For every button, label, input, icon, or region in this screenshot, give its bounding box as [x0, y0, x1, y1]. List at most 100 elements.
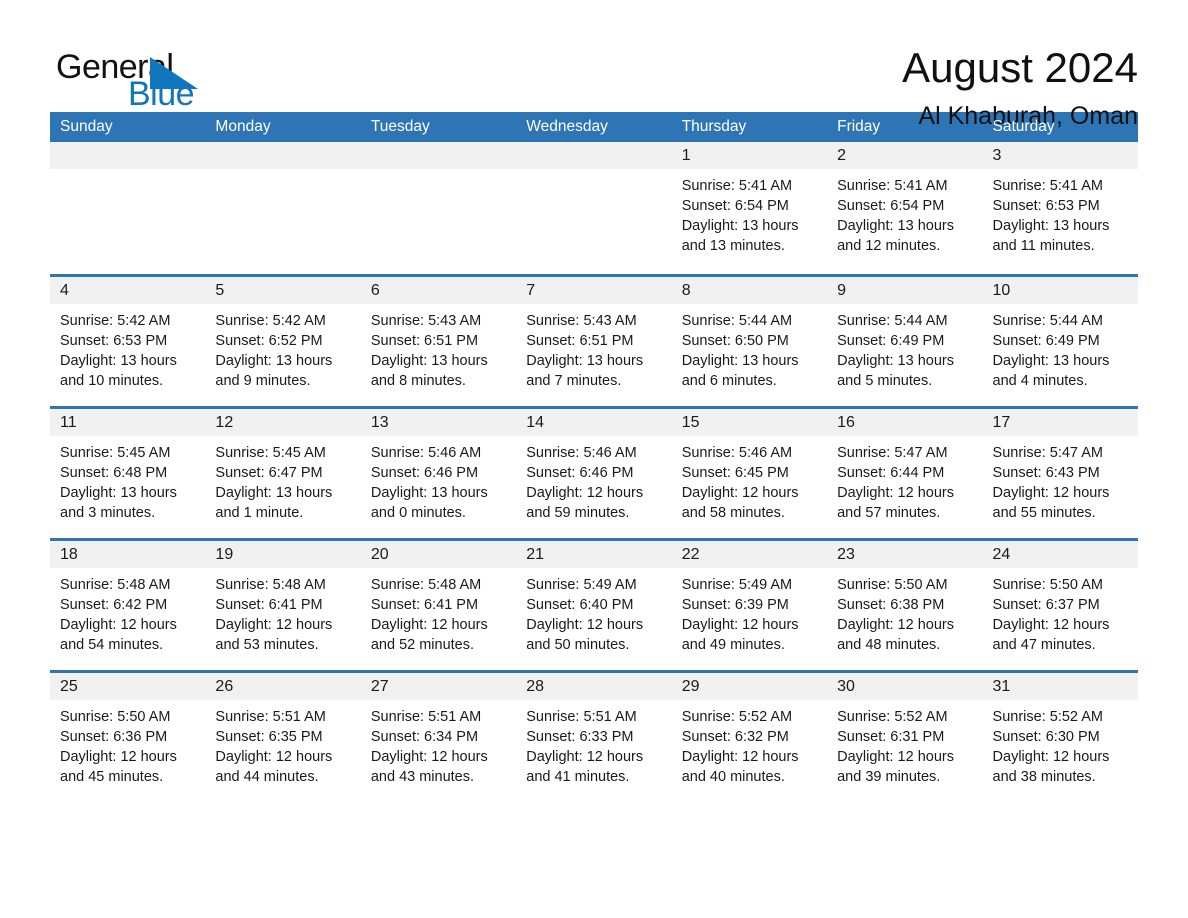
calendar-day-cell[interactable]: 13 Sunrise: 5:46 AM Sunset: 6:46 PM Dayligh…: [360, 409, 517, 538]
day-detail-line: Sunset: 6:38 PM: [837, 597, 945, 613]
calendar-day-cell[interactable]: 12 Sunrise: 5:45 AM Sunset: 6:47 PM Dayligh…: [205, 409, 361, 538]
day-number: 21: [526, 546, 545, 563]
day-detail-line: Sunrise: 5:44 AM: [992, 313, 1103, 329]
calendar-day-cell[interactable]: 5 Sunrise: 5:42 AM Sunset: 6:52 PM Daylight…: [205, 277, 361, 406]
calendar-day-cell[interactable]: 17 Sunrise: 5:47 AM Sunset: 6:43 PM Dayligh…: [982, 409, 1138, 538]
day-detail-line: and 50 minutes.: [526, 637, 630, 653]
day-number: 30: [837, 678, 855, 695]
calendar-day-cell[interactable]: 24 Sunrise: 5:50 AM Sunset: 6:37 PM Dayligh…: [982, 541, 1138, 670]
calendar-grid: Sunday Monday Tuesday Wednesday Thursday Frid…: [50, 112, 1138, 802]
day-detail-line: Sunset: 6:30 PM: [992, 729, 1100, 745]
calendar-day-cell[interactable]: 26 Sunrise: 5:51 AM Sunset: 6:35 PM Dayligh…: [205, 673, 361, 802]
calendar-day-cell[interactable]: 30 Sunrise: 5:52 AM Sunset: 6:31 PM Dayligh…: [827, 673, 983, 802]
day-details: Sunrise: 5:49 AM Sunset: 6:39 PM Daylight:…: [672, 568, 827, 655]
calendar-day-cell[interactable]: 31 Sunrise: 5:52 AM Sunset: 6:30 PM Dayligh…: [982, 673, 1138, 802]
day-detail-line: Sunrise: 5:44 AM: [681, 313, 793, 329]
calendar-day-cell[interactable]: 25 Sunrise: 5:50 AM Sunset: 6:36 PM Dayligh…: [50, 673, 206, 802]
day-number: 26: [215, 678, 234, 695]
calendar-day-cell[interactable]: 29 Sunrise: 5:52 AM Sunset: 6:32 PM Dayligh…: [671, 673, 828, 802]
day-detail-line: Sunrise: 5:50 AM: [60, 709, 171, 725]
day-detail-line: and 59 minutes.: [526, 505, 630, 521]
day-number-band: [50, 142, 206, 169]
day-detail-line: Daylight: 12 hours: [370, 617, 488, 633]
calendar-day-cell[interactable]: 2 Sunrise: 5:41 AM Sunset: 6:54 PM Daylight…: [827, 142, 983, 274]
day-detail-line: Daylight: 12 hours: [837, 485, 954, 501]
calendar-day-cell[interactable]: 15 Sunrise: 5:46 AM Sunset: 6:45 PM Dayligh…: [671, 409, 828, 538]
day-detail-line: Sunrise: 5:45 AM: [60, 445, 171, 461]
day-number-band: 19: [205, 541, 361, 568]
day-detail-line: Sunset: 6:47 PM: [215, 465, 323, 481]
day-detail-line: Daylight: 13 hours: [215, 353, 333, 369]
calendar-day-cell[interactable]: 18 Sunrise: 5:48 AM Sunset: 6:42 PM Dayligh…: [50, 541, 206, 670]
day-detail-line: Sunrise: 5:52 AM: [681, 709, 793, 725]
calendar-day-cell[interactable]: 21 Sunrise: 5:49 AM Sunset: 6:40 PM Dayligh…: [516, 541, 672, 670]
day-number: 6: [370, 282, 380, 299]
calendar-cell-empty: [50, 142, 206, 274]
day-detail-line: and 10 minutes.: [60, 373, 164, 389]
calendar-day-cell[interactable]: 20 Sunrise: 5:48 AM Sunset: 6:41 PM Dayligh…: [360, 541, 517, 670]
day-number: 20: [370, 546, 389, 563]
day-detail-line: Sunrise: 5:44 AM: [837, 313, 948, 329]
day-number: 5: [215, 282, 225, 299]
day-details: Sunrise: 5:52 AM Sunset: 6:30 PM Daylight:…: [983, 700, 1138, 787]
day-detail-line: Daylight: 13 hours: [837, 218, 954, 234]
day-detail-line: Sunrise: 5:51 AM: [215, 709, 326, 725]
day-detail-line: Sunrise: 5:41 AM: [992, 178, 1103, 194]
calendar-day-cell[interactable]: 19 Sunrise: 5:48 AM Sunset: 6:41 PM Dayligh…: [205, 541, 361, 670]
calendar-day-cell[interactable]: 28 Sunrise: 5:51 AM Sunset: 6:33 PM Dayligh…: [516, 673, 672, 802]
day-detail-line: Sunset: 6:45 PM: [681, 465, 789, 481]
general-blue-logo[interactable]: General Blue: [50, 44, 250, 114]
day-detail-line: Sunset: 6:46 PM: [526, 465, 634, 481]
day-detail-line: Daylight: 12 hours: [992, 485, 1110, 501]
day-detail-line: Sunset: 6:34 PM: [370, 729, 479, 745]
calendar-week-row: 25 Sunrise: 5:50 AM Sunset: 6:36 PM Dayligh…: [50, 670, 1138, 802]
calendar-day-cell[interactable]: 10 Sunrise: 5:44 AM Sunset: 6:49 PM Dayligh…: [982, 277, 1138, 406]
calendar-day-cell[interactable]: 8 Sunrise: 5:44 AM Sunset: 6:50 PM Daylight…: [671, 277, 828, 406]
day-detail-line: Sunset: 6:33 PM: [526, 729, 634, 745]
day-details: Sunrise: 5:41 AM Sunset: 6:54 PM Daylight:…: [827, 169, 982, 256]
day-detail-line: Daylight: 13 hours: [992, 218, 1110, 234]
calendar-day-cell[interactable]: 3 Sunrise: 5:41 AM Sunset: 6:53 PM Daylight…: [982, 142, 1138, 274]
day-number-band: 6: [360, 277, 517, 304]
day-number-band: 20: [360, 541, 517, 568]
day-number: 4: [60, 282, 69, 299]
day-number: 24: [992, 546, 1011, 563]
day-number-band: 16: [827, 409, 983, 436]
day-detail-line: and 52 minutes.: [370, 637, 475, 653]
weekday-header-wednesday: Wednesday: [526, 118, 608, 135]
day-details: Sunrise: 5:50 AM Sunset: 6:38 PM Daylight:…: [827, 568, 982, 655]
day-detail-line: Sunrise: 5:49 AM: [681, 577, 793, 593]
calendar-day-cell[interactable]: 1 Sunrise: 5:41 AM Sunset: 6:54 PM Daylight…: [671, 142, 828, 274]
calendar-day-cell[interactable]: 9 Sunrise: 5:44 AM Sunset: 6:49 PM Daylight…: [827, 277, 983, 406]
day-detail-line: Sunrise: 5:48 AM: [215, 577, 326, 593]
day-number-band: 2: [827, 142, 983, 169]
day-detail-line: Daylight: 13 hours: [526, 353, 644, 369]
day-detail-line: Sunrise: 5:50 AM: [992, 577, 1103, 593]
calendar-day-cell[interactable]: 22 Sunrise: 5:49 AM Sunset: 6:39 PM Dayligh…: [671, 541, 828, 670]
day-details: Sunrise: 5:51 AM Sunset: 6:34 PM Daylight:…: [361, 700, 516, 787]
day-number-band: 29: [671, 673, 828, 700]
calendar-day-cell[interactable]: 16 Sunrise: 5:47 AM Sunset: 6:44 PM Dayligh…: [827, 409, 983, 538]
calendar-day-cell[interactable]: 7 Sunrise: 5:43 AM Sunset: 6:51 PM Daylight…: [516, 277, 672, 406]
page-title: August 2024: [902, 44, 1138, 91]
calendar-day-cell[interactable]: 23 Sunrise: 5:50 AM Sunset: 6:38 PM Dayligh…: [827, 541, 983, 670]
calendar-day-cell[interactable]: 4 Sunrise: 5:42 AM Sunset: 6:53 PM Daylight…: [50, 277, 206, 406]
day-number: 23: [837, 546, 855, 563]
day-detail-line: and 53 minutes.: [215, 637, 319, 653]
calendar-day-cell[interactable]: 27 Sunrise: 5:51 AM Sunset: 6:34 PM Dayligh…: [360, 673, 517, 802]
day-number: 31: [992, 678, 1011, 695]
day-detail-line: Daylight: 13 hours: [60, 485, 177, 501]
day-detail-line: Sunset: 6:41 PM: [370, 597, 479, 613]
day-number: 18: [60, 546, 78, 563]
day-details: Sunrise: 5:43 AM Sunset: 6:51 PM Daylight:…: [516, 304, 671, 391]
calendar-day-cell[interactable]: 6 Sunrise: 5:43 AM Sunset: 6:51 PM Daylight…: [360, 277, 517, 406]
day-detail-line: Sunset: 6:52 PM: [215, 333, 323, 349]
day-detail-line: Sunset: 6:48 PM: [60, 465, 168, 481]
day-detail-line: Sunrise: 5:51 AM: [526, 709, 637, 725]
day-detail-line: and 57 minutes.: [837, 505, 941, 521]
calendar-day-cell[interactable]: 11 Sunrise: 5:45 AM Sunset: 6:48 PM Dayligh…: [50, 409, 206, 538]
calendar-page: General Blue August 2024 Al Khaburah, Om…: [0, 0, 1188, 918]
day-number: 11: [60, 414, 77, 431]
day-detail-line: Sunset: 6:35 PM: [215, 729, 323, 745]
calendar-day-cell[interactable]: 14 Sunrise: 5:46 AM Sunset: 6:46 PM Dayligh…: [516, 409, 672, 538]
